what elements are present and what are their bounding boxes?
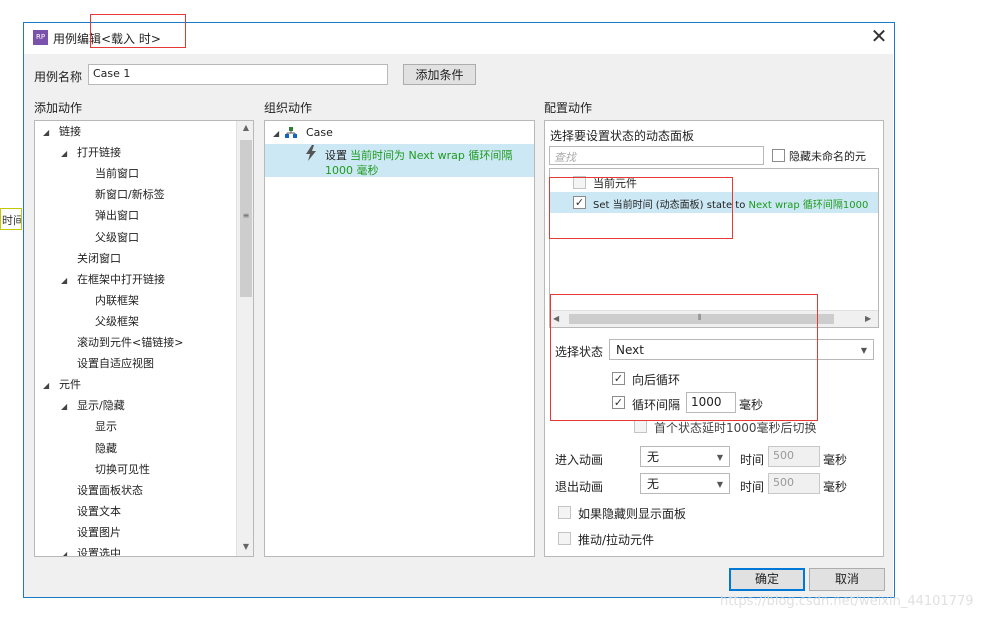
show-if-hidden-checkbox[interactable] [558,506,571,519]
tree-item[interactable]: 显示/隐藏 [77,399,125,413]
tree-item[interactable]: 滚动到元件<锚链接> [77,336,183,350]
first-delay-checkbox[interactable] [634,420,647,433]
push-pull-label: 推动/拉动元件 [578,533,655,547]
tree-item[interactable]: 设置图片 [77,526,121,540]
configure-action-header: 配置动作 [544,101,593,115]
annotation-box-list [549,177,733,239]
case-icon [285,127,297,139]
dynamic-panel-label: 选择要设置状态的动态面板 [550,129,695,143]
action-tree-panel: ◢ 链接 ◢ 打开链接当前窗口新窗口/新标签 弹出窗口父级窗口关闭窗口 ◢ 在框架中打开链接… [34,120,254,557]
hide-unnamed-checkbox[interactable] [772,149,785,162]
exit-time-unit: 毫秒 [823,480,848,494]
tree-item[interactable]: 打开链接 [77,146,121,160]
tree-item[interactable]: 当前窗口 [95,167,139,181]
enter-anim-value: 无 [647,450,660,464]
tree-item[interactable]: 设置文本 [77,505,121,519]
set-state-green: Next wrap 循环间隔1000 [748,200,869,211]
scroll-right-arrow-icon[interactable]: ▶ [865,314,871,323]
tree-item[interactable]: 显示 [95,420,117,434]
expand-triangle-icon[interactable]: ◢ [61,550,67,556]
add-condition-button[interactable]: 添加条件 [403,64,476,85]
case-name-label: 用例名称 [34,70,83,84]
add-action-header: 添加动作 [34,101,83,115]
action-line1: 当前时间为 Next wrap 循环间隔 [350,149,513,162]
search-input[interactable]: 查找 [549,146,764,165]
organize-panel: ◢ Case 设置 当前时间为 Next wrap 循环间隔 1000 毫秒 [264,120,535,557]
push-pull-checkbox[interactable] [558,532,571,545]
tree-item[interactable]: 弹出窗口 [95,209,139,223]
enter-anim-dropdown[interactable]: 无 ▼ [640,446,730,467]
scroll-grip-icon: ≡ [242,211,250,220]
tree-item[interactable]: 父级框架 [95,315,139,329]
scroll-down-arrow-icon[interactable]: ▼ [237,542,253,551]
ok-button[interactable]: 确定 [729,568,805,591]
watermark: https://blog.csdn.net/weixin_44101779 [720,594,974,609]
tree-item[interactable]: 关闭窗口 [77,252,121,266]
expand-triangle-icon[interactable]: ◢ [43,381,49,390]
action-line2: 1000 毫秒 [325,164,379,177]
app-icon: RP [33,30,48,45]
tree-item[interactable]: 设置选中 [77,547,121,556]
tree-item[interactable]: 新窗口/新标签 [95,188,165,202]
annotation-box-title [90,14,186,48]
enter-time-label: 时间 [740,453,765,467]
action-tree: ◢ 链接 ◢ 打开链接当前窗口新窗口/新标签 弹出窗口父级窗口关闭窗口 ◢ 在框架中打开链接… [35,121,235,556]
tree-item[interactable]: 元件 [59,378,81,392]
side-fragment: 时间 [0,208,22,230]
case-expand-icon[interactable]: ◢ [273,129,279,138]
exit-time-input[interactable]: 500 [768,473,820,494]
tree-item[interactable]: 在框架中打开链接 [77,273,165,287]
chevron-down-icon: ▼ [716,480,723,489]
tree-item[interactable]: 链接 [59,125,81,139]
annotation-box-settings [550,294,818,421]
show-if-hidden-label: 如果隐藏则显示面板 [578,507,687,521]
chevron-down-icon: ▼ [716,453,723,462]
expand-triangle-icon[interactable]: ◢ [61,149,67,158]
case-name-input[interactable]: Case 1 [88,64,388,85]
chevron-down-icon: ▼ [860,346,867,355]
enter-anim-label: 进入动画 [555,453,604,467]
scroll-up-arrow-icon[interactable]: ▲ [237,123,253,132]
tree-item[interactable]: 内联框架 [95,294,139,308]
exit-anim-dropdown[interactable]: 无 ▼ [640,473,730,494]
tree-item[interactable]: 父级窗口 [95,231,139,245]
first-delay-label: 首个状态延时1000毫秒后切换 [654,421,817,435]
close-icon[interactable]: ✕ [870,26,888,46]
lightning-icon [305,145,317,164]
expand-triangle-icon[interactable]: ◢ [43,128,49,137]
action-row[interactable]: 设置 当前时间为 Next wrap 循环间隔 1000 毫秒 [265,144,534,177]
exit-time-label: 时间 [740,480,765,494]
cancel-button[interactable]: 取消 [809,568,885,591]
action-prefix: 设置 [325,149,347,162]
organize-action-header: 组织动作 [264,101,313,115]
side-fragment-text: 时间 [2,214,22,227]
exit-anim-label: 退出动画 [555,480,604,494]
tree-scrollbar[interactable]: ▲ ≡ ▼ [236,121,253,556]
tree-item[interactable]: 设置自适应视图 [77,357,154,371]
expand-triangle-icon[interactable]: ◢ [61,276,67,285]
hide-unnamed-label: 隐藏未命名的元 [789,150,866,163]
enter-time-unit: 毫秒 [823,453,848,467]
tree-item[interactable]: 设置面板状态 [77,484,143,498]
tree-item[interactable]: 切换可见性 [95,463,150,477]
case-label[interactable]: Case [306,126,333,139]
search-placeholder: 查找 [554,151,576,164]
tree-item[interactable]: 隐藏 [95,442,117,456]
exit-anim-value: 无 [647,477,660,491]
enter-time-input[interactable]: 500 [768,446,820,467]
expand-triangle-icon[interactable]: ◢ [61,402,67,411]
